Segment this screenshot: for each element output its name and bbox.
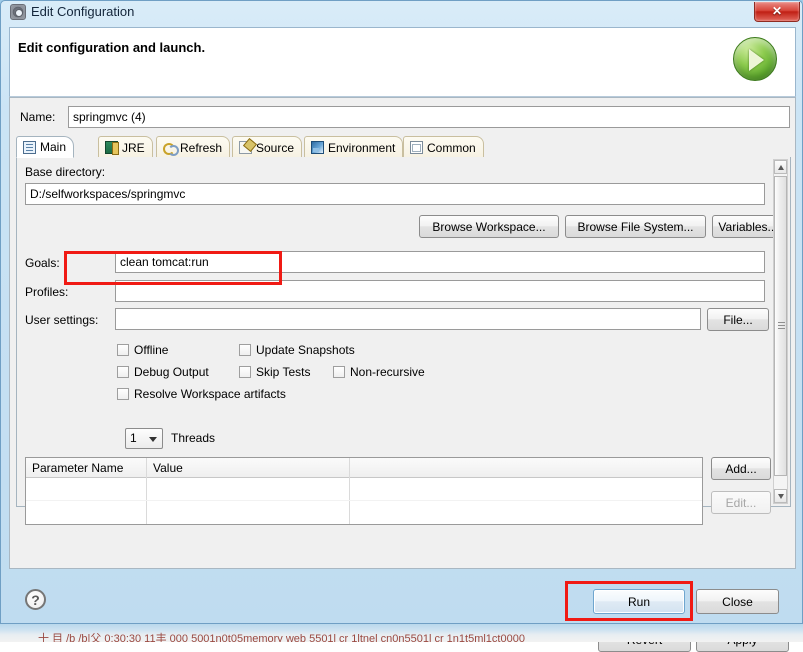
checkbox-non-recursive[interactable]: Non-recursive <box>333 365 425 379</box>
scrollbar-thumb[interactable] <box>774 176 787 476</box>
add-parameter-button[interactable]: Add... <box>711 457 771 480</box>
column-header-value: Value <box>153 461 183 475</box>
tab-jre[interactable]: JRE <box>98 136 153 158</box>
help-glyph: ? <box>31 592 40 608</box>
user-settings-label: User settings: <box>25 313 98 327</box>
edit-configuration-dialog: Edit Configuration ✕ Edit configuration … <box>0 0 803 624</box>
threads-label: Threads <box>171 431 215 445</box>
environment-icon <box>311 141 324 154</box>
checkbox-label: Non-recursive <box>350 365 425 379</box>
dialog-header: Edit configuration and launch. <box>9 27 796 97</box>
name-input[interactable]: springmvc (4) <box>68 106 790 128</box>
tab-strip: Main JRE Refresh Source Environment Comm… <box>16 136 791 158</box>
checkbox-box <box>117 366 129 378</box>
checkbox-offline[interactable]: Offline <box>117 343 168 357</box>
tab-refresh[interactable]: Refresh <box>156 136 230 158</box>
checkbox-label: Offline <box>134 343 168 357</box>
checkbox-resolve-workspace-artifacts[interactable]: Resolve Workspace artifacts <box>117 387 286 401</box>
header-title: Edit configuration and launch. <box>18 40 205 55</box>
name-label: Name: <box>20 110 55 124</box>
main-document-icon <box>23 141 36 154</box>
tab-environment[interactable]: Environment <box>304 136 403 158</box>
common-window-icon <box>410 141 423 154</box>
tab-source[interactable]: Source <box>232 136 302 158</box>
tab-label: Refresh <box>180 141 222 155</box>
edit-parameter-button: Edit... <box>711 491 771 514</box>
checkbox-label: Skip Tests <box>256 365 310 379</box>
column-divider <box>146 458 147 524</box>
dialog-body: Name: springmvc (4) Main JRE Refresh Sou… <box>9 97 796 569</box>
tab-label: Main <box>40 140 66 154</box>
checkbox-update-snapshots[interactable]: Update Snapshots <box>239 343 355 357</box>
scroll-down-arrow-icon[interactable] <box>774 489 787 503</box>
console-text: 十 目 /b /b|父 0:30:30 11丰 000 5001n0t05mem… <box>38 630 525 642</box>
column-divider <box>349 458 350 524</box>
question-mark-help-icon[interactable]: ? <box>25 589 46 610</box>
checkbox-box <box>333 366 345 378</box>
green-run-play-icon <box>733 37 777 81</box>
goals-input[interactable]: clean tomcat:run <box>115 251 765 273</box>
goals-label: Goals: <box>25 256 60 270</box>
user-settings-input[interactable] <box>115 308 701 330</box>
checkbox-label: Resolve Workspace artifacts <box>134 387 286 401</box>
jre-library-icon <box>105 141 118 154</box>
checkbox-box <box>239 344 251 356</box>
tab-label: JRE <box>122 141 145 155</box>
window-title: Edit Configuration <box>31 4 134 19</box>
source-pencil-icon <box>239 141 252 154</box>
run-button[interactable]: Run <box>593 589 685 614</box>
title-bar: Edit Configuration ✕ <box>1 1 803 25</box>
checkbox-debug-output[interactable]: Debug Output <box>117 365 209 379</box>
checkbox-label: Debug Output <box>134 365 209 379</box>
main-tab-pane: Base directory: D:/selfworkspaces/spring… <box>16 157 791 507</box>
window-close-button[interactable]: ✕ <box>754 2 800 22</box>
browse-file-system-button[interactable]: Browse File System... <box>565 215 706 238</box>
parameter-table[interactable]: Parameter Name Value <box>25 457 703 525</box>
base-directory-input[interactable]: D:/selfworkspaces/springmvc <box>25 183 765 205</box>
profiles-label: Profiles: <box>25 285 68 299</box>
tab-common[interactable]: Common <box>403 136 484 158</box>
close-icon: ✕ <box>755 4 799 18</box>
threads-dropdown[interactable]: 1 <box>125 428 163 449</box>
checkbox-box <box>117 388 129 400</box>
main-tab-scrollbar[interactable] <box>773 159 788 504</box>
checkbox-box <box>117 344 129 356</box>
browse-workspace-button[interactable]: Browse Workspace... <box>419 215 559 238</box>
profiles-input[interactable] <box>115 280 765 302</box>
tab-label: Environment <box>328 141 395 155</box>
checkbox-box <box>239 366 251 378</box>
name-row: Name: springmvc (4) <box>16 106 791 128</box>
row-divider <box>26 500 702 501</box>
close-dialog-button[interactable]: Close <box>696 589 779 614</box>
config-gear-icon <box>10 4 26 20</box>
user-settings-file-button[interactable]: File... <box>707 308 769 331</box>
threads-value: 1 <box>130 431 137 445</box>
tab-label: Source <box>256 141 294 155</box>
base-directory-label: Base directory: <box>25 165 105 179</box>
column-header-parameter-name: Parameter Name <box>32 461 123 475</box>
tab-label: Common <box>427 141 476 155</box>
console-strip: 十 目 /b /b|父 0:30:30 11丰 000 5001n0t05mem… <box>0 624 803 642</box>
scroll-up-arrow-icon[interactable] <box>774 160 787 174</box>
refresh-arrows-icon <box>163 141 176 154</box>
checkbox-skip-tests[interactable]: Skip Tests <box>239 365 310 379</box>
checkbox-label: Update Snapshots <box>256 343 355 357</box>
parameter-table-header: Parameter Name Value <box>26 458 702 478</box>
chevron-down-icon <box>149 437 157 442</box>
tab-main[interactable]: Main <box>16 136 74 158</box>
